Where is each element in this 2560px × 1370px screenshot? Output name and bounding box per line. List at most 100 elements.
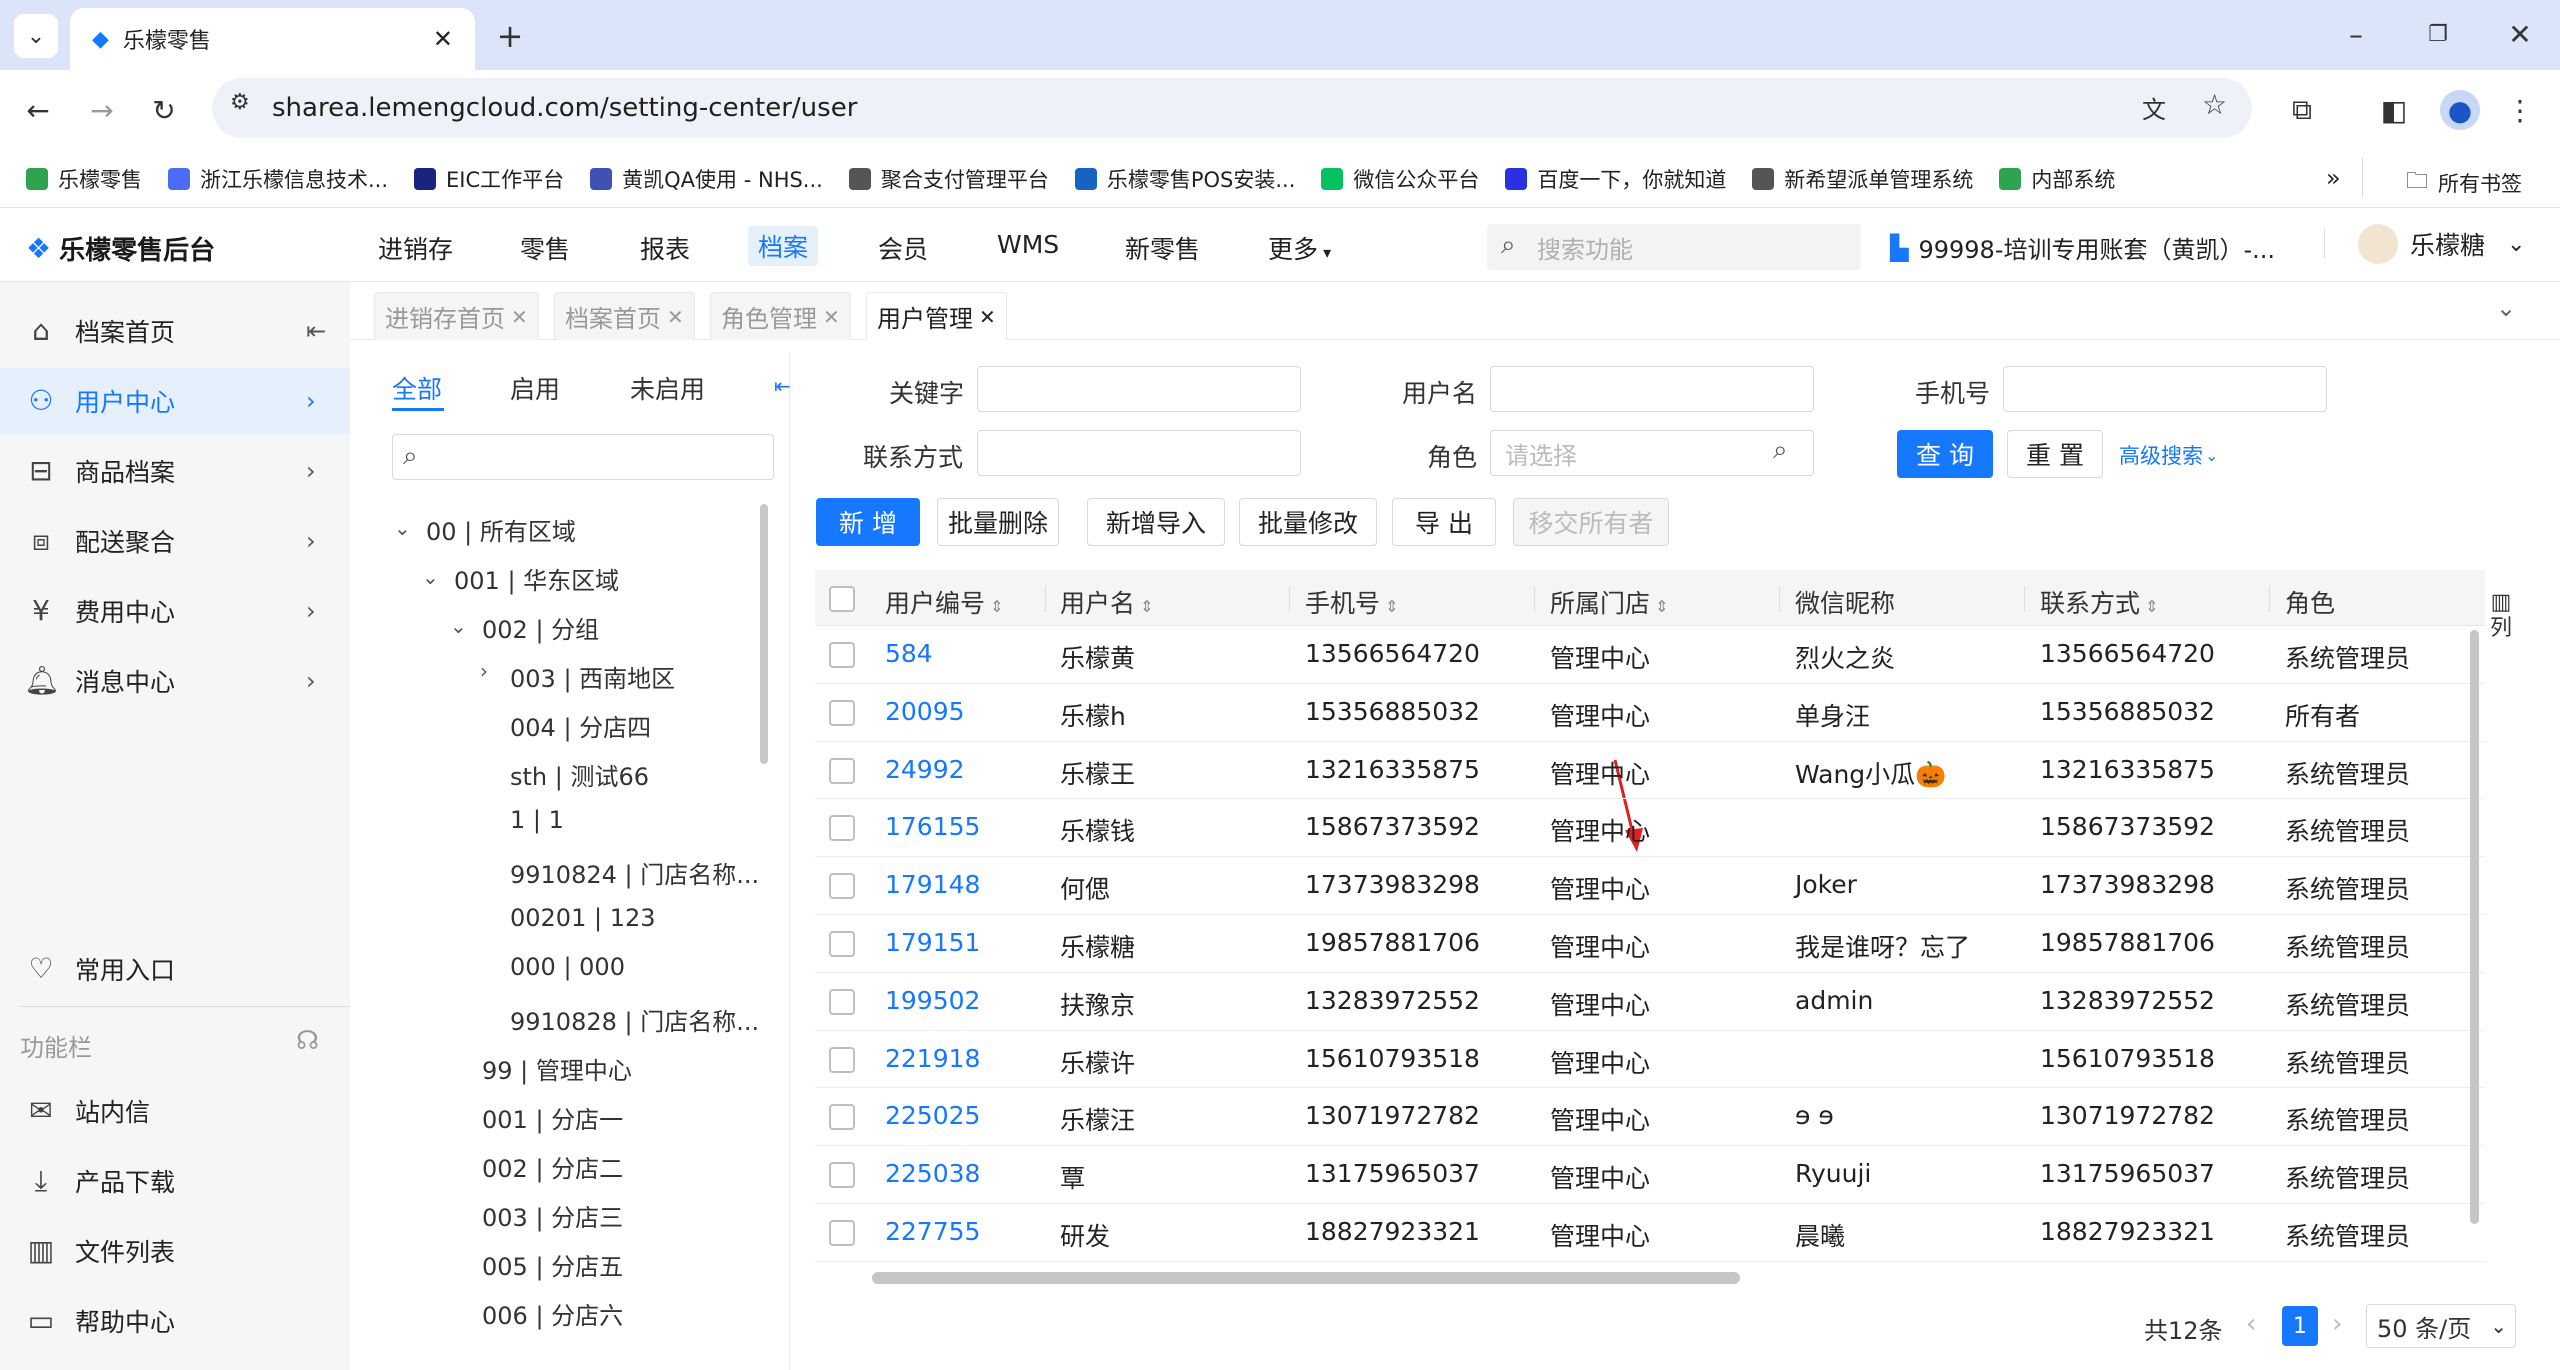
row-checkbox[interactable]: [829, 988, 855, 1015]
tab-jinxiaocun-home[interactable]: 进销存首页 ✕: [374, 292, 539, 340]
tree-node[interactable]: 002 | 分组: [482, 610, 599, 645]
query-button[interactable]: 查 询: [1897, 430, 1993, 478]
batch-delete-button[interactable]: 批量删除: [937, 498, 1059, 546]
tab-close-icon[interactable]: ✕: [433, 25, 453, 53]
tree-node[interactable]: 00 | 所有区域: [426, 512, 576, 547]
row-checkbox[interactable]: [829, 1220, 855, 1246]
tree-node[interactable]: 003 | 分店三: [482, 1198, 623, 1233]
row-checkbox[interactable]: [829, 1104, 855, 1131]
tree-node[interactable]: 00201 | 123: [510, 904, 656, 932]
sidepanel-icon[interactable]: ◧: [2374, 90, 2414, 130]
all-bookmarks[interactable]: 🗀 所有书签: [2406, 164, 2522, 202]
user-id-link[interactable]: 20095: [885, 697, 965, 726]
bookmark-item[interactable]: EIC工作平台: [414, 164, 564, 194]
close-icon[interactable]: ✕: [823, 305, 840, 329]
reset-button[interactable]: 重 置: [2007, 430, 2103, 478]
tree-node[interactable]: 001 | 分店一: [482, 1100, 623, 1135]
sidebar-common-entry[interactable]: ♡ 常用入口: [0, 936, 350, 1002]
tree-node[interactable]: 9910824 | 门店名称...: [510, 855, 759, 890]
row-checkbox[interactable]: [829, 931, 855, 957]
tree-node[interactable]: 000 | 000: [510, 953, 625, 981]
forward-icon[interactable]: →: [82, 90, 122, 130]
user-id-link[interactable]: 199502: [885, 986, 980, 1015]
browser-tab[interactable]: ◆ 乐檬零售 ✕: [70, 8, 475, 70]
tree-node[interactable]: 1 | 1: [510, 806, 564, 834]
table-row[interactable]: 225038 覃 13175965037 管理中心 Ryuuji 13175965037 系…: [815, 1146, 2485, 1204]
user-id-link[interactable]: 225038: [885, 1159, 980, 1188]
keyword-input[interactable]: [977, 366, 1301, 412]
tab-search-chevron-icon[interactable]: ⌄: [14, 14, 58, 58]
row-checkbox[interactable]: [829, 1046, 855, 1073]
user-id-link[interactable]: 179148: [885, 870, 980, 899]
sidebar-tool-help[interactable]: ▭ 帮助中心: [0, 1288, 350, 1354]
app-logo[interactable]: ❖ 乐檬零售后台: [26, 230, 215, 267]
table-row[interactable]: 179151 乐檬糖 19857881706 管理中心 我是谁呀？忘了 198578817…: [815, 915, 2485, 973]
bookmark-item[interactable]: 浙江乐檬信息技术...: [168, 164, 388, 194]
contact-input[interactable]: [977, 430, 1301, 476]
sidebar-item-dangan-home[interactable]: ⌂ 档案首页 ⇤: [0, 298, 350, 364]
table-row[interactable]: 227755 研发 18827923321 管理中心 晨曦 18827923321 系统管理…: [815, 1204, 2485, 1262]
nav-xinlingshou[interactable]: 新零售: [1125, 230, 1200, 266]
window-close-icon[interactable]: ✕: [2500, 14, 2540, 54]
user-id-link[interactable]: 24992: [885, 755, 965, 784]
export-button[interactable]: 导 出: [1392, 498, 1496, 546]
tab-role-management[interactable]: 角色管理 ✕: [710, 292, 851, 340]
prev-page-icon[interactable]: ‹: [2246, 1309, 2256, 1339]
tree-node[interactable]: 004 | 分店四: [510, 708, 651, 743]
user-id-link[interactable]: 179151: [885, 928, 980, 957]
reload-icon[interactable]: ↻: [144, 90, 184, 130]
user-id-link[interactable]: 225025: [885, 1101, 980, 1130]
sidebar-item-goods[interactable]: ⊟ 商品档案 ›: [0, 438, 350, 504]
bookmarks-overflow-icon[interactable]: »: [2326, 164, 2341, 192]
bookmark-item[interactable]: 乐檬零售POS安装...: [1074, 164, 1295, 194]
tabs-dropdown-icon[interactable]: ⌄: [2496, 294, 2516, 322]
nav-huiyuan[interactable]: 会员: [878, 230, 928, 266]
row-checkbox[interactable]: [829, 873, 855, 900]
sidebar-item-fees[interactable]: ¥ 费用中心 ›: [0, 578, 350, 644]
role-select[interactable]: 请选择 ⌕: [1490, 430, 1814, 476]
tree-expand-icon[interactable]: ⌄: [394, 516, 411, 540]
tree-collapse-icon[interactable]: ›: [480, 659, 488, 683]
row-checkbox[interactable]: [829, 642, 855, 668]
nav-more[interactable]: 更多 ▾: [1268, 230, 1331, 266]
bookmark-item[interactable]: 新希望派单管理系统: [1752, 164, 1973, 194]
nav-wms[interactable]: WMS: [997, 230, 1059, 259]
tree-tab-disabled[interactable]: 未启用: [630, 370, 705, 406]
table-vertical-scrollbar[interactable]: [2470, 630, 2479, 1224]
tree-expand-icon[interactable]: ⌄: [422, 565, 439, 589]
sidebar-tool-download[interactable]: ⤓ 产品下载: [0, 1148, 350, 1214]
sidebar-tool-inbox[interactable]: ✉ 站内信: [0, 1078, 350, 1144]
th-contact[interactable]: 联系方式 ⇕: [2040, 584, 2159, 620]
tree-node[interactable]: 006 | 分店六: [482, 1296, 623, 1331]
tree-node[interactable]: 002 | 分店二: [482, 1149, 623, 1184]
bookmark-item[interactable]: 百度一下，你就知道: [1505, 164, 1726, 194]
new-tab-icon[interactable]: +: [490, 16, 530, 56]
tree-node[interactable]: 003 | 西南地区: [510, 659, 675, 694]
tree-scrollbar[interactable]: [760, 504, 768, 764]
table-row[interactable]: 221918 乐檬许 15610793518 管理中心 15610793518 系统管理员: [815, 1031, 2485, 1089]
tree-node[interactable]: 99 | 管理中心: [482, 1051, 632, 1086]
account-selector[interactable]: ▙ 99998-培训专用账套（黄凯）-...: [1890, 230, 2275, 265]
address-bar[interactable]: ⚙ sharea.lemengcloud.com/setting-center/…: [212, 78, 2252, 138]
bookmark-item[interactable]: 聚合支付管理平台: [848, 164, 1049, 194]
bookmark-item[interactable]: 黄凯QA使用 - NHS...: [590, 164, 823, 194]
table-row[interactable]: 225025 乐檬汪 13071972782 管理中心 ɘ ɘ 13071972782 系统…: [815, 1088, 2485, 1147]
user-id-link[interactable]: 176155: [885, 812, 980, 841]
close-icon[interactable]: ✕: [667, 305, 684, 329]
bookmark-item[interactable]: 乐檬零售: [26, 164, 142, 194]
tree-node[interactable]: sth | 测试66: [510, 757, 649, 792]
page-number-button[interactable]: 1: [2282, 1306, 2318, 1346]
th-phone[interactable]: 手机号 ⇕: [1305, 584, 1399, 620]
th-username[interactable]: 用户名 ⇕: [1060, 584, 1154, 620]
table-row[interactable]: 199502 扶豫京 13283972552 管理中心 admin 13283972552…: [815, 973, 2485, 1031]
bookmark-item[interactable]: 微信公众平台: [1321, 164, 1479, 194]
sidebar-item-delivery[interactable]: ⧈ 配送聚合 ›: [0, 508, 350, 574]
collapse-sidebar-icon[interactable]: ⇤: [306, 317, 326, 345]
tree-node[interactable]: 9910828 | 门店名称...: [510, 1002, 759, 1037]
tree-tab-all[interactable]: 全部: [392, 370, 442, 406]
advanced-search-link[interactable]: 高级搜索 ⌄: [2119, 440, 2218, 470]
column-settings[interactable]: ▥ 列: [2486, 590, 2516, 642]
restore-icon[interactable]: ❐: [2418, 14, 2458, 54]
minimize-icon[interactable]: –: [2336, 14, 2376, 54]
user-id-link[interactable]: 584: [885, 639, 933, 668]
